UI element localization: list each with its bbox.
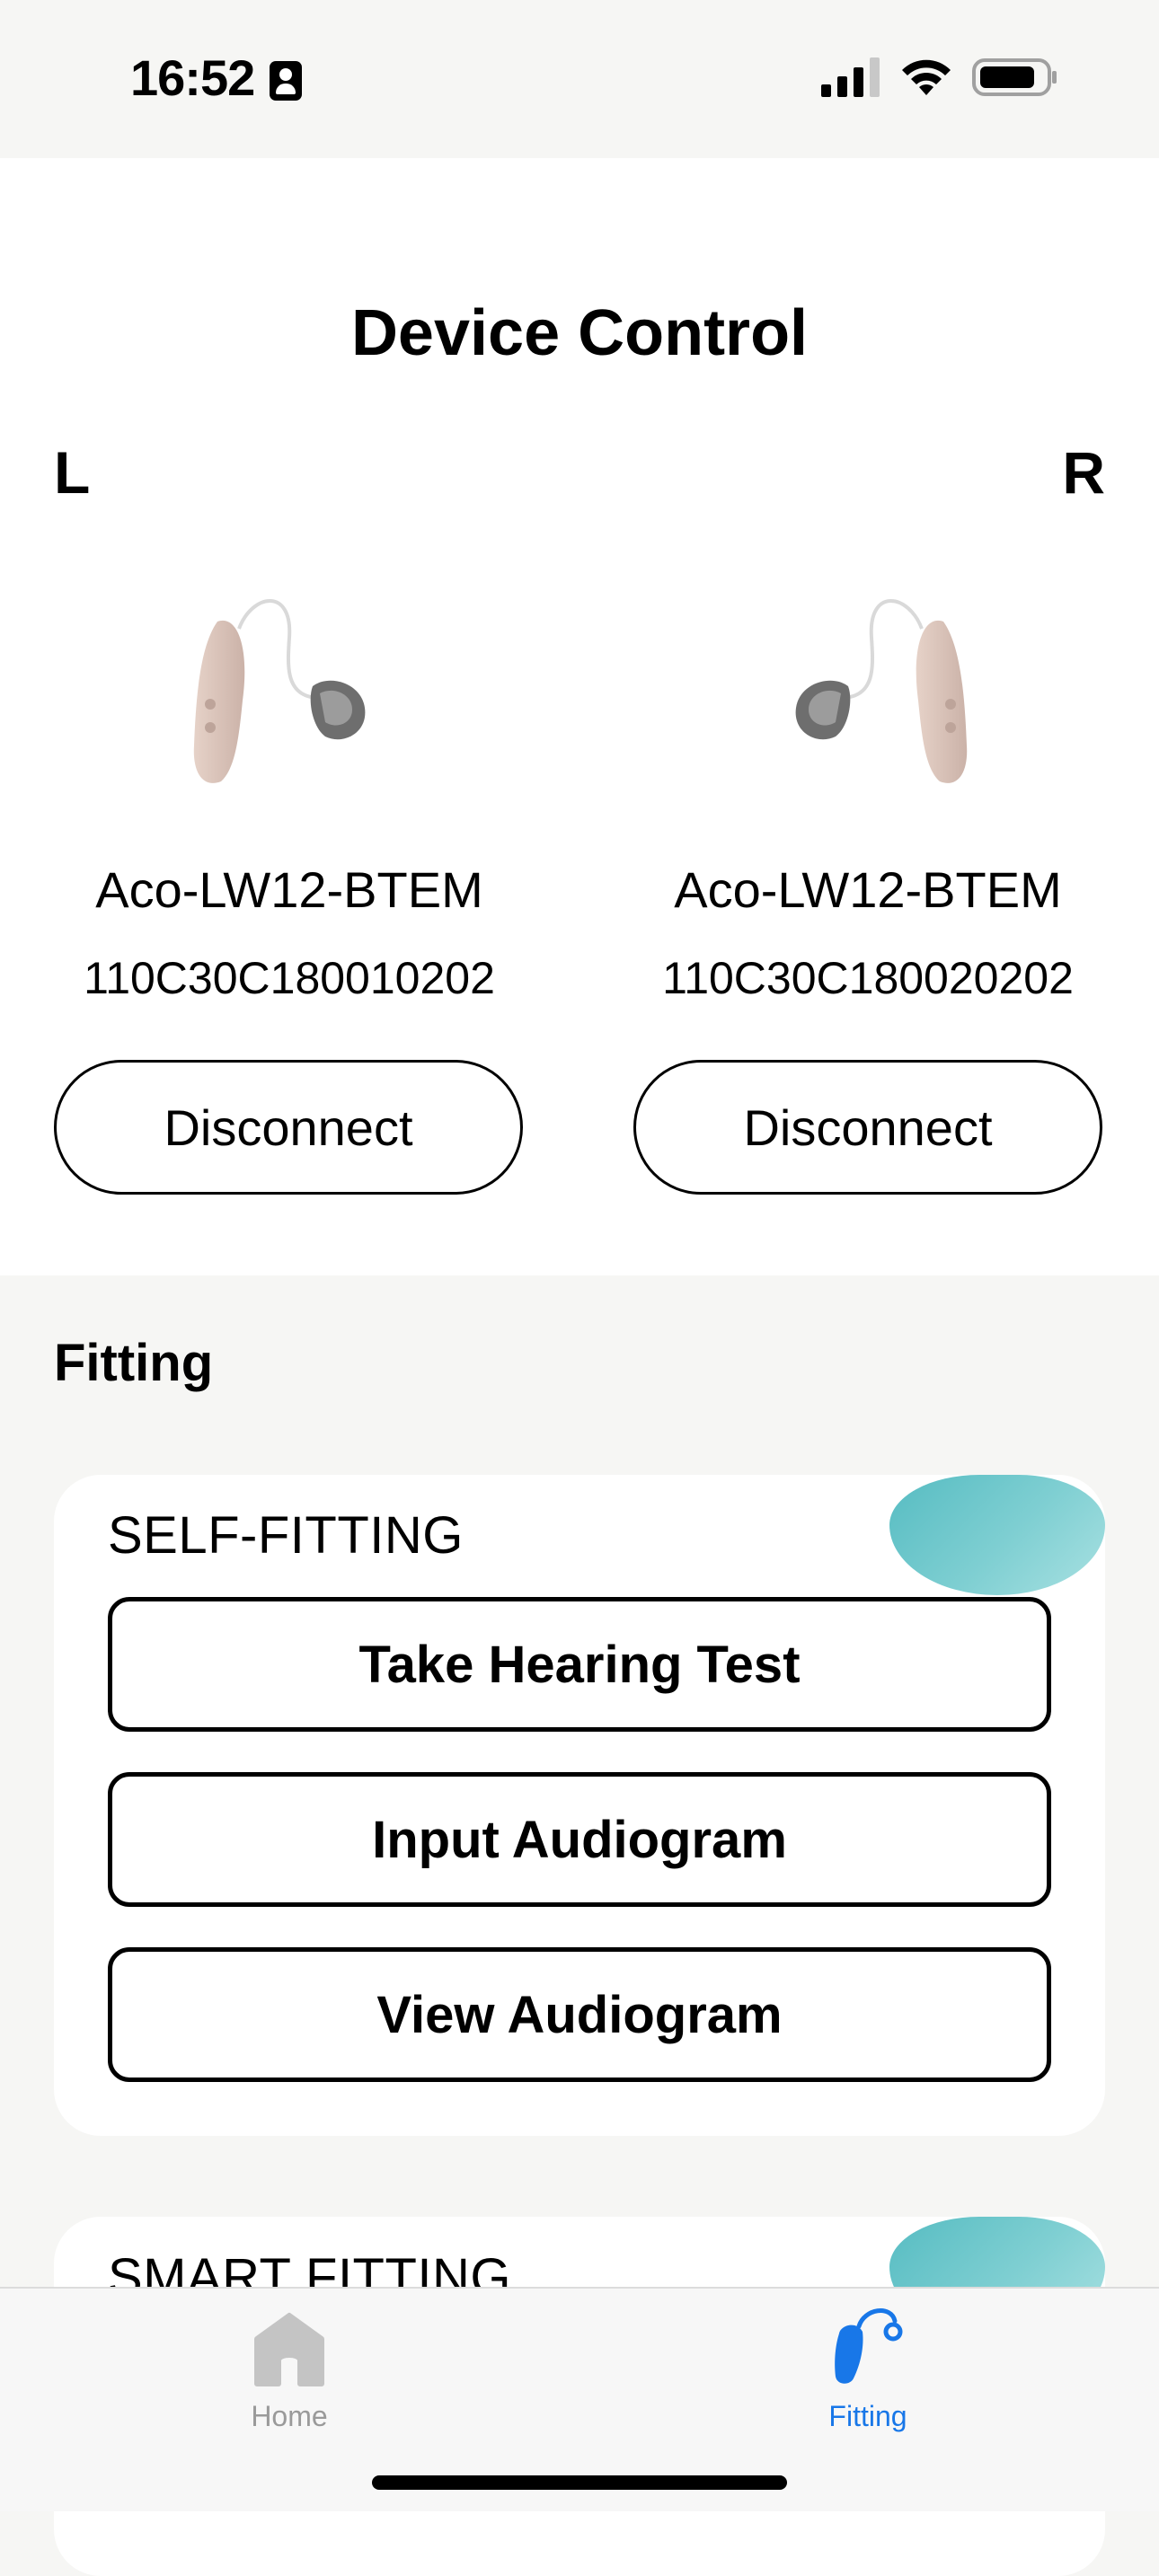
self-fitting-label: SELF-FITTING bbox=[108, 1506, 464, 1565]
fitting-section-title: Fitting bbox=[54, 1334, 214, 1392]
right-side-label: R bbox=[1062, 439, 1105, 506]
hearing-aid-icon bbox=[835, 2308, 903, 2384]
battery-icon bbox=[972, 58, 1057, 96]
status-bar: 16:52 bbox=[0, 0, 1159, 158]
left-device-model: Aco-LW12-BTEM bbox=[95, 861, 483, 918]
right-hearing-aid-image bbox=[795, 599, 968, 783]
right-device-serial: 110C30C180020202 bbox=[662, 953, 1074, 1003]
status-time: 16:52 bbox=[130, 49, 255, 106]
left-device-serial: 110C30C180010202 bbox=[84, 953, 495, 1003]
view-audiogram-button[interactable]: View Audiogram bbox=[108, 1947, 1051, 2082]
tab-fitting-label: Fitting bbox=[828, 2400, 907, 2432]
left-side-label: L bbox=[54, 439, 91, 506]
tab-home-label: Home bbox=[251, 2400, 328, 2432]
right-disconnect-button[interactable]: Disconnect bbox=[633, 1060, 1102, 1195]
left-hearing-aid-image bbox=[193, 599, 366, 783]
cellular-signal-icon bbox=[821, 57, 880, 97]
tab-home[interactable]: Home bbox=[173, 2289, 406, 2450]
left-disconnect-button[interactable]: Disconnect bbox=[54, 1060, 523, 1195]
home-indicator[interactable] bbox=[372, 2475, 787, 2490]
contact-card-icon bbox=[270, 61, 302, 101]
page-title: Device Control bbox=[350, 297, 809, 369]
take-hearing-test-button[interactable]: Take Hearing Test bbox=[108, 1597, 1051, 1732]
wifi-icon bbox=[902, 59, 951, 95]
input-audiogram-button[interactable]: Input Audiogram bbox=[108, 1772, 1051, 1907]
self-fitting-card: SELF-FITTING Take Hearing Test Input Aud… bbox=[54, 1475, 1105, 2136]
right-device-model: Aco-LW12-BTEM bbox=[674, 861, 1062, 918]
tab-fitting[interactable]: Fitting bbox=[751, 2289, 985, 2450]
home-icon bbox=[254, 2313, 324, 2386]
card-decoration bbox=[889, 1475, 1105, 1595]
